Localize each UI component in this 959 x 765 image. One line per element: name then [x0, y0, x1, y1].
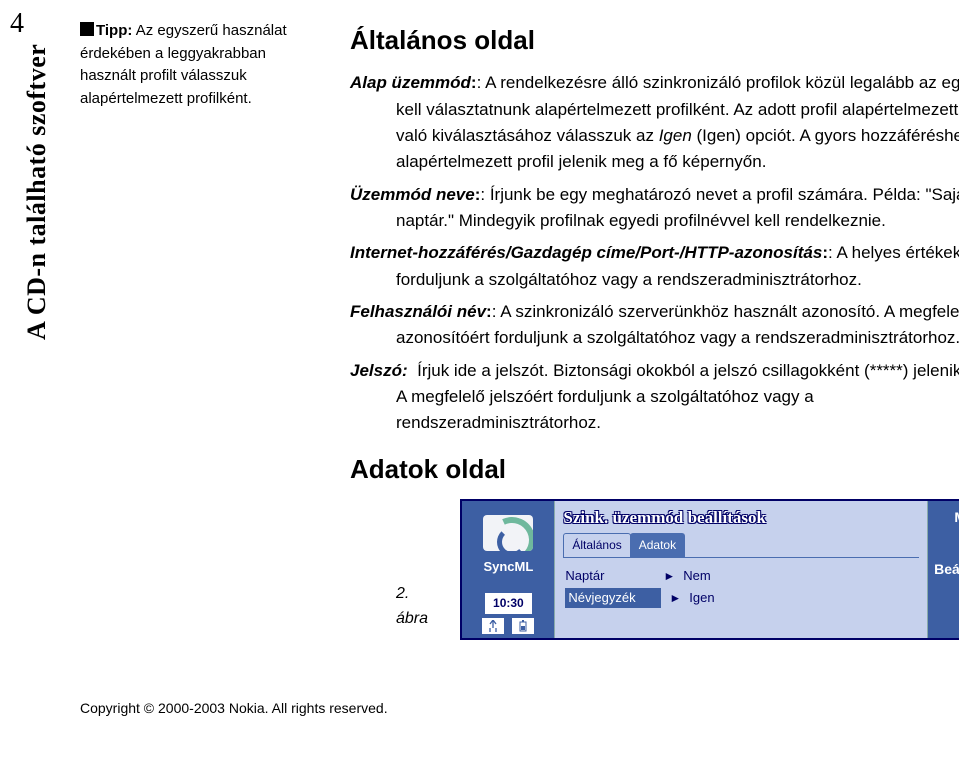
term: Felhasználói név	[350, 302, 486, 321]
paragraph-internet: Internet-hozzáférés/Gazdagép címe/Port-/…	[350, 240, 959, 293]
signal-icon	[482, 618, 504, 634]
copyright: Copyright © 2000-2003 Nokia. All rights …	[80, 700, 919, 716]
phone-softkeys: Módosít Beállítások Bezár	[928, 501, 959, 638]
phone-screenshot: SyncML 10:30 Szink. üzemmód beáll	[460, 499, 959, 640]
paragraph-jelszo: Jelszó: Írjuk ide a jelszót. Biztonsági …	[350, 358, 959, 437]
battery-icon	[512, 618, 534, 634]
paragraph-uzemmod-neve: Üzemmód neve:: Írjunk be egy meghatározó…	[350, 182, 959, 235]
term: Internet-hozzáférés/Gazdagép címe/Port-/…	[350, 243, 822, 262]
softkey-modosit[interactable]: Módosít	[954, 507, 959, 529]
syncml-label: SyncML	[483, 557, 533, 577]
softkey-beallitasok[interactable]: Beállítások	[934, 559, 959, 581]
tip-icon	[80, 22, 94, 36]
time-indicator: 10:30	[485, 593, 532, 614]
row-naptar[interactable]: Naptár ► Nem	[565, 566, 917, 586]
tip-label: Tipp:	[96, 22, 132, 39]
page-number: 4	[10, 8, 24, 40]
syncml-icon	[483, 515, 533, 551]
figure-caption: 2. ábra	[396, 582, 444, 640]
term: Alap üzemmód	[350, 73, 471, 92]
paragraph-alap-uzemmod: Alap üzemmód:: A rendelkezésre álló szin…	[350, 70, 959, 175]
term: Jelszó:	[350, 361, 408, 380]
tab-bar: Általános Adatok	[563, 533, 919, 558]
row-label-selected: Névjegyzék	[565, 588, 661, 608]
figure-wrapper: 2. ábra SyncML 10:30	[396, 499, 959, 640]
phone-sidebar: SyncML 10:30	[462, 501, 554, 638]
paragraph-felhasznaloi-nev: Felhasználói név:: A szinkronizáló szerv…	[350, 299, 959, 352]
row-nevjegyzek[interactable]: Névjegyzék ► Igen	[565, 588, 917, 608]
term: Üzemmód neve	[350, 185, 475, 204]
row-value: Igen	[689, 588, 714, 608]
text: : Írjunk be egy meghatározó nevet a prof…	[396, 185, 959, 230]
row-value: Nem	[683, 566, 710, 586]
tip-box: Tipp: Az egyszerű használat érdekében a …	[80, 20, 320, 110]
text: Írjuk ide a jelszót. Biztonsági okokból …	[396, 361, 959, 433]
section-heading-adatok: Adatok oldal	[350, 449, 959, 489]
sidebar-title: A CD-n található szoftver	[22, 44, 52, 340]
row-label: Naptár	[565, 566, 655, 586]
section-heading-general: Általános oldal	[350, 20, 959, 60]
phone-content: Szink. üzemmód beállítások Általános Ada…	[554, 501, 928, 638]
option-igen: Igen	[659, 126, 692, 145]
arrow-icon: ►	[663, 567, 675, 586]
phone-window-title: Szink. üzemmód beállítások	[555, 501, 927, 533]
tab-altalanos[interactable]: Általános	[563, 533, 630, 557]
arrow-icon: ►	[669, 589, 681, 608]
tab-adatok[interactable]: Adatok	[630, 533, 685, 557]
